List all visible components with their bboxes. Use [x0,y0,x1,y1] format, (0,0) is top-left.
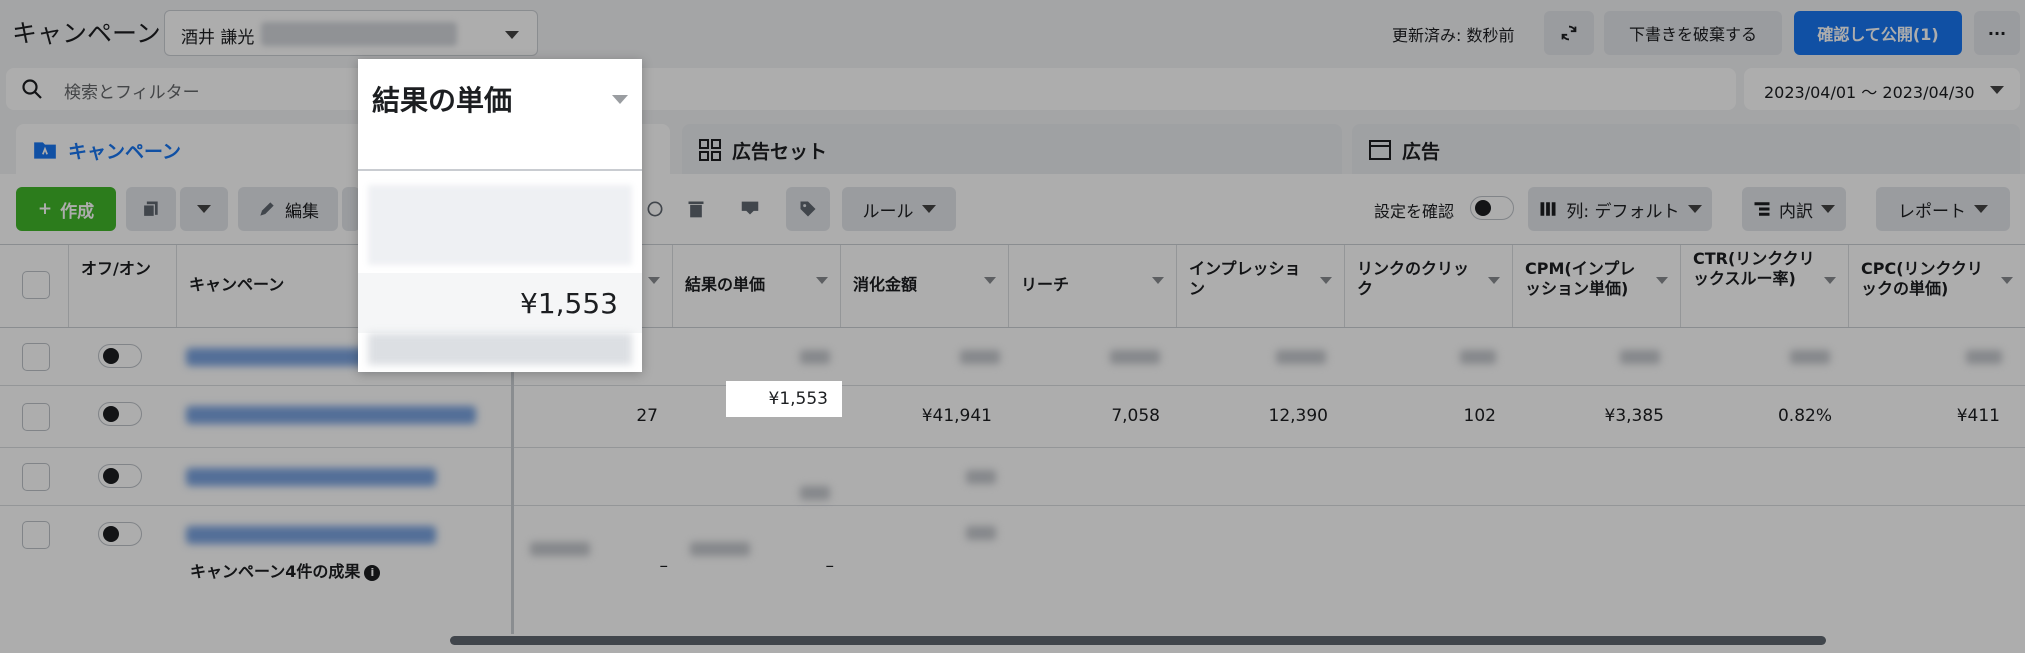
zoom-callout: 結果の単価 ¥1,553 [358,59,642,372]
dim-overlay [0,0,2025,653]
callout-title: 結果の単価 [372,84,513,117]
callout-value: ¥1,553 [520,287,618,320]
highlighted-cost-per-result-cell: ¥1,553 [726,381,842,417]
redacted-content [368,333,632,365]
divider [358,169,642,171]
sort-icon [612,95,628,104]
redacted-content [368,185,632,265]
